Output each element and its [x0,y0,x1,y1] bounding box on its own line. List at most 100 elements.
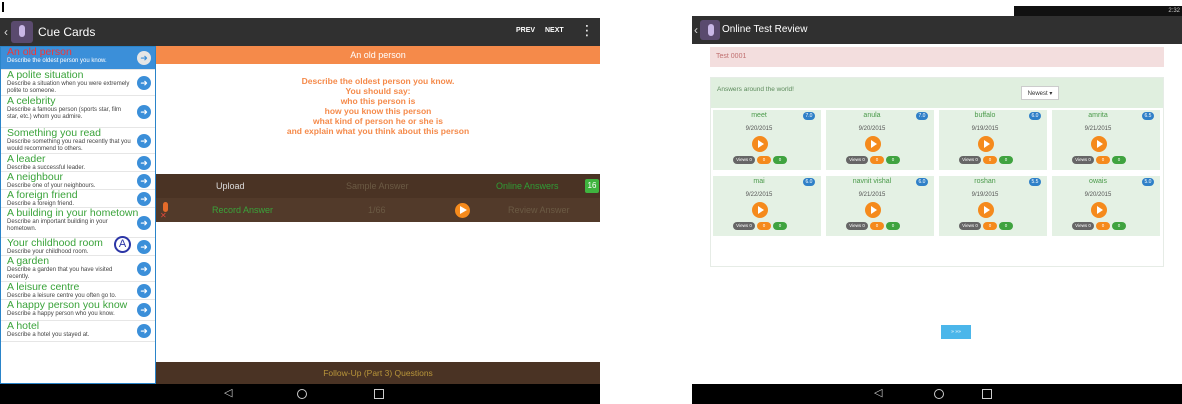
play-icon[interactable] [1091,202,1107,218]
list-item[interactable]: Your childhood room Describe your childho… [1,238,155,256]
arrow-right-icon[interactable]: ➜ [137,75,151,90]
arrow-right-icon[interactable]: ➜ [137,104,151,119]
prev-button[interactable]: PREV [516,27,535,34]
answers-header: Answers around the world! Newest ▾ [711,78,1163,108]
list-item-description: Describe a leisure centre you often go t… [7,293,117,299]
answer-date: 9/19/2015 [971,126,999,132]
nav-home-icon[interactable] [297,389,307,399]
orange-count-badge: 0 [983,156,997,164]
list-item[interactable]: A hotel Describe a hotel you stayed at. ➜ [1,321,155,342]
answer-card[interactable]: amrita 6.5 9/21/2015 Views 000 [1052,110,1160,170]
list-item[interactable]: A garden Describe a garden that you have … [1,256,155,282]
answer-card[interactable]: roshan 5.5 9/19/2015 Views 000 [939,176,1047,236]
views-badge: Views 0 [1072,222,1094,230]
list-item-title: A leader [7,154,46,165]
list-item[interactable]: An old person Describe the oldest person … [1,47,155,70]
list-item-title: Something you read [7,128,101,139]
green-count-badge: 0 [999,156,1013,164]
nav-back-icon[interactable]: ◁ [224,387,232,400]
answer-card[interactable]: navnit vishal 6.0 9/21/2015 Views 000 [826,176,934,236]
answer-date: 9/21/2015 [1084,126,1112,132]
sort-dropdown[interactable]: Newest ▾ [1021,86,1059,100]
sample-answer-button[interactable]: Sample Answer [346,181,409,191]
list-item[interactable]: A leisure centre Describe a leisure centr… [1,282,155,300]
nav-recents-icon[interactable] [374,389,384,399]
answer-card[interactable]: meet 7.0 9/20/2015 Views 000 [713,110,821,170]
answer-name: amrita [1088,112,1108,119]
list-item-description: Describe your childhood room. [7,249,89,255]
app-title: Cue Cards [38,25,96,39]
list-item-description: Describe one of your neighbours. [7,183,96,189]
arrow-right-icon[interactable]: ➜ [137,51,151,65]
list-item-description: Describe an important building in your h… [7,219,108,232]
arrow-right-icon[interactable]: ➜ [137,155,151,170]
record-row: Record Answer 1/66 Review Answer [156,198,600,222]
list-item[interactable]: A foreign friend Describe a foreign frien… [1,190,155,208]
score-badge: 6.0 [803,178,815,186]
play-icon[interactable] [752,136,768,152]
answer-date: 9/20/2015 [745,126,773,132]
action-bar: ‹ Cue Cards PREV NEXT ⋮ [0,18,600,46]
pagination-button[interactable]: » »» [941,325,971,339]
answer-name: mai [753,178,765,185]
record-answer-button[interactable]: Record Answer [212,205,273,215]
next-button[interactable]: NEXT [545,27,564,34]
nav-home-icon[interactable] [934,389,944,399]
play-icon[interactable] [978,202,994,218]
arrow-right-icon[interactable]: ➜ [137,261,151,276]
online-answers-button[interactable]: Online Answers [496,181,559,191]
answer-card[interactable]: mai 6.0 9/22/2015 Views 000 [713,176,821,236]
list-item[interactable]: A building in your hometown Describe an i… [1,208,155,238]
play-icon[interactable] [865,202,881,218]
list-item[interactable]: A neighbour Describe one of your neighbou… [1,172,155,190]
arrow-right-icon[interactable]: ➜ [137,173,151,188]
list-item-title: A building in your hometown [7,208,139,219]
list-item[interactable]: Something you read Describe something you… [1,128,155,154]
green-count-badge: 0 [999,222,1013,230]
arrow-right-icon[interactable]: ➜ [137,215,151,230]
status-time: 2:32 [1168,8,1180,14]
green-count-badge: 0 [773,222,787,230]
arrow-right-icon[interactable]: ➜ [137,324,151,338]
upload-button[interactable]: Upload [216,181,245,191]
green-count-badge: 0 [773,156,787,164]
nav-recents-icon[interactable] [982,389,992,399]
list-item[interactable]: A happy person you know Describe a happy … [1,300,155,321]
list-item[interactable]: A polite situation Describe a situation w… [1,70,155,96]
answer-date: 9/20/2015 [858,126,886,132]
cue-card-list[interactable]: An old person Describe the oldest person … [0,46,156,384]
answer-card[interactable]: anula 7.0 9/20/2015 Views 000 [826,110,934,170]
nav-back-icon[interactable]: ◁ [874,387,882,400]
followup-questions-button[interactable]: Follow-Up (Part 3) Questions [156,362,600,384]
overflow-menu-icon[interactable]: ⋮ [580,23,594,37]
list-item-title: A neighbour [7,172,64,183]
orange-count-badge: 0 [870,156,884,164]
score-badge: 5.0 [1142,178,1154,186]
list-item[interactable]: A celebrity Describe a famous person (spo… [1,96,155,128]
orange-count-badge: 0 [983,222,997,230]
review-answer-button[interactable]: Review Answer [508,205,570,215]
orange-count-badge: 0 [870,222,884,230]
arrow-right-icon[interactable]: ➜ [137,283,151,298]
play-icon[interactable] [455,203,470,218]
answer-date: 9/19/2015 [971,192,999,198]
arrow-right-icon[interactable]: ➜ [137,191,151,206]
answer-card[interactable]: owais 5.0 9/20/2015 Views 000 [1052,176,1160,236]
arrow-right-icon[interactable]: ➜ [137,303,151,317]
detail-line: how you know this person [324,106,432,116]
arrow-right-icon[interactable]: ➜ [137,133,151,148]
microphone-icon[interactable] [160,200,170,222]
play-icon[interactable] [1091,136,1107,152]
app-icon [700,20,720,40]
detail-line: You should say: [345,86,411,96]
online-test-review-screen: 2:32 ‹ Online Test Review Test 0001 Answ… [692,0,1182,404]
answer-card[interactable]: buffalo 6.0 9/19/2015 Views 000 [939,110,1047,170]
play-icon[interactable] [865,136,881,152]
play-icon[interactable] [752,202,768,218]
play-icon[interactable] [978,136,994,152]
status-bar-fragment [2,2,4,12]
back-chevron-icon[interactable]: ‹ [694,23,698,37]
back-chevron-icon[interactable]: ‹ [4,25,8,39]
arrow-right-icon[interactable]: ➜ [137,239,151,254]
list-item[interactable]: A leader Describe a successful leader. ➜ [1,154,155,172]
